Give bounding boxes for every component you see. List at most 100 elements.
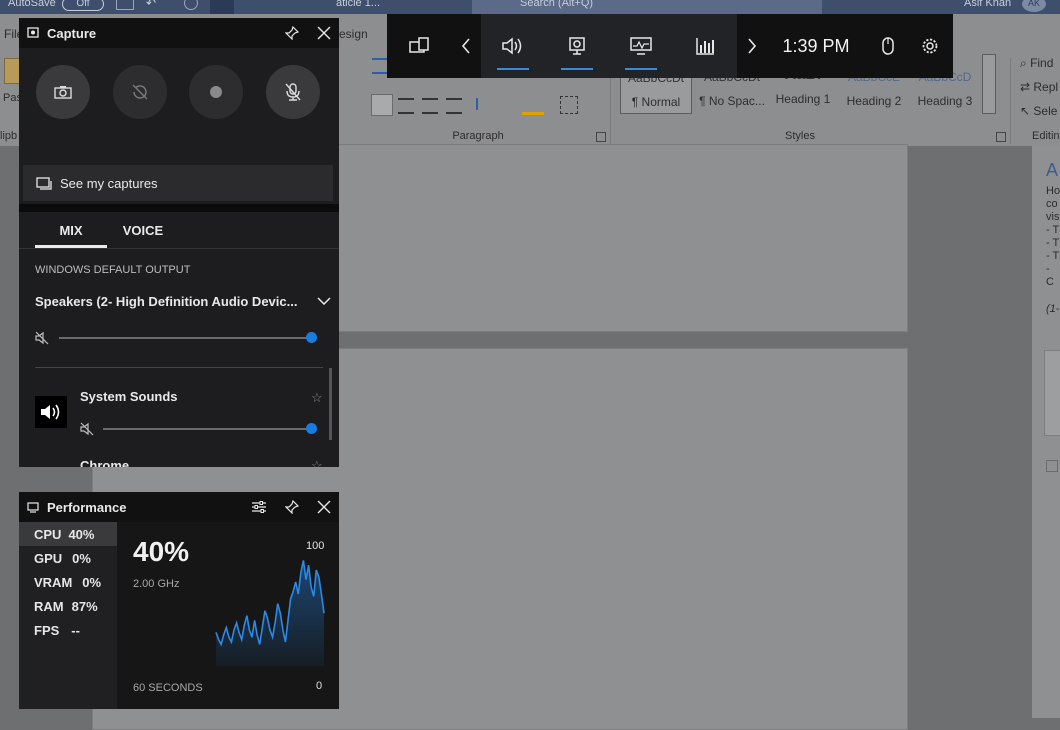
cpu-frequency: 2.00 GHz (133, 578, 180, 590)
capture-header[interactable]: Capture (19, 18, 339, 48)
redo-icon[interactable] (184, 0, 198, 10)
justify-icon[interactable] (446, 98, 462, 114)
app-volume-slider[interactable] (103, 423, 317, 435)
bullets-icon[interactable] (372, 58, 388, 74)
metric-label: GPU (34, 550, 63, 566)
mouse-button[interactable] (871, 14, 905, 78)
replace-button[interactable]: ⇄ Repl (1020, 80, 1058, 94)
pin-icon (285, 500, 299, 514)
start-recording-button[interactable] (189, 65, 243, 119)
find-button[interactable]: ⌕ Find (1020, 56, 1053, 71)
select-label: Sele (1033, 104, 1058, 118)
capture-title: Capture (47, 25, 97, 41)
line-spacing-icon[interactable] (476, 98, 500, 110)
default-output-label: WINDOWS DEFAULT OUTPUT (35, 264, 191, 276)
paste-icon[interactable] (4, 58, 20, 84)
side-pane-box[interactable] (1044, 350, 1060, 436)
widget-menu-button[interactable] (387, 14, 451, 78)
capture-widget-button[interactable] (545, 14, 609, 78)
performance-widget-button[interactable] (609, 14, 673, 78)
app-mute-button[interactable] (80, 422, 94, 441)
metric-cpu[interactable]: CPU 40% (19, 522, 117, 546)
settings-button[interactable] (913, 14, 947, 78)
save-icon[interactable] (116, 0, 134, 10)
side-pane-line: - T (1046, 224, 1060, 236)
master-volume-slider[interactable] (59, 332, 317, 344)
metric-gpu[interactable]: GPU 0% (19, 546, 117, 570)
metric-fps[interactable]: FPS -- (19, 618, 117, 642)
scrollbar-thumb[interactable] (329, 368, 332, 440)
metric-value: 0% (72, 550, 91, 566)
borders-icon[interactable] (560, 96, 578, 114)
slider-thumb[interactable] (306, 423, 317, 434)
side-pane-line: - T (1046, 237, 1060, 249)
metric-label: FPS (34, 622, 60, 638)
styles-scroll[interactable] (982, 54, 996, 114)
audio-widget-button[interactable] (481, 14, 545, 78)
metric-value: 40% (68, 526, 95, 542)
chevron-left-icon (461, 38, 470, 54)
tab-voice[interactable]: VOICE (115, 223, 171, 238)
align-left-button[interactable] (371, 94, 393, 116)
avatar[interactable]: AK (1022, 0, 1046, 12)
output-device-select[interactable]: Speakers (2- High Definition Audio Devic… (35, 291, 331, 311)
shading-icon[interactable] (522, 98, 544, 115)
performance-app-icon (27, 501, 39, 513)
capture-widget: Capture See my captures MIX VOICE WINDOW… (19, 18, 339, 467)
paragraph-launcher-icon[interactable] (596, 132, 606, 142)
master-mute-button[interactable] (35, 331, 49, 350)
cpu-big-value: 40% (133, 536, 190, 567)
tab-design[interactable]: esign (339, 27, 368, 41)
record-last-button[interactable] (113, 65, 167, 119)
slider-thumb[interactable] (306, 332, 317, 343)
gallery-icon (36, 176, 52, 190)
metric-vram[interactable]: VRAM 0% (19, 570, 117, 594)
quick-access-icon[interactable] (210, 0, 234, 14)
screenshot-button[interactable] (36, 65, 90, 119)
side-pane-line: co (1046, 198, 1058, 210)
styles-launcher-icon[interactable] (996, 132, 1006, 142)
clock: 1:39 PM (782, 35, 850, 56)
output-device-value: Speakers (2- High Definition Audio Devic… (35, 293, 298, 309)
autosave-toggle[interactable]: Off (62, 0, 104, 11)
scroll-left-button[interactable] (451, 14, 481, 78)
see-captures-link[interactable]: See my captures (23, 165, 333, 201)
close-button[interactable] (317, 26, 331, 40)
chevron-right-icon (748, 38, 757, 54)
style-name: Heading 3 (917, 94, 973, 108)
metric-value: 0% (82, 574, 102, 590)
align-center-icon[interactable] (398, 98, 414, 114)
pin-icon (285, 26, 299, 40)
camera-icon (54, 86, 72, 99)
replace-label: Repl (1033, 80, 1059, 94)
speaker-icon (502, 37, 522, 55)
side-pane-line: vis (1046, 211, 1060, 223)
resources-widget-button[interactable] (673, 14, 737, 78)
muted-speaker-icon (35, 331, 49, 345)
style-name: ¶ Normal (631, 95, 681, 109)
tab-mix[interactable]: MIX (35, 223, 107, 238)
pin-button[interactable] (285, 26, 299, 40)
favorite-star-icon[interactable]: ☆ (311, 390, 323, 406)
favorite-star-icon[interactable]: ☆ (311, 458, 323, 467)
side-pane-line: (1- (1046, 303, 1060, 315)
speaker-icon (41, 404, 60, 420)
active-indicator (625, 68, 657, 70)
close-icon (317, 500, 331, 514)
close-button[interactable] (317, 500, 331, 514)
search-placeholder: Search (Alt+Q) (520, 0, 594, 9)
scroll-right-button[interactable] (737, 14, 767, 78)
side-pane-line: A (1046, 160, 1059, 180)
side-pane-checkbox[interactable] (1046, 460, 1058, 472)
select-button[interactable]: ↖ Sele (1020, 104, 1057, 118)
undo-icon[interactable]: ↶ (146, 0, 156, 10)
performance-header[interactable]: Performance (19, 492, 339, 522)
performance-options-button[interactable] (251, 500, 267, 514)
side-pane-line: - C (1046, 263, 1054, 288)
align-right-icon[interactable] (422, 98, 438, 114)
mic-toggle-button[interactable] (266, 65, 320, 119)
pin-button[interactable] (285, 500, 299, 514)
group-styles-label: Styles (785, 130, 815, 142)
search-box[interactable]: Search (Alt+Q) (472, 0, 822, 14)
metric-ram[interactable]: RAM 87% (19, 594, 117, 618)
